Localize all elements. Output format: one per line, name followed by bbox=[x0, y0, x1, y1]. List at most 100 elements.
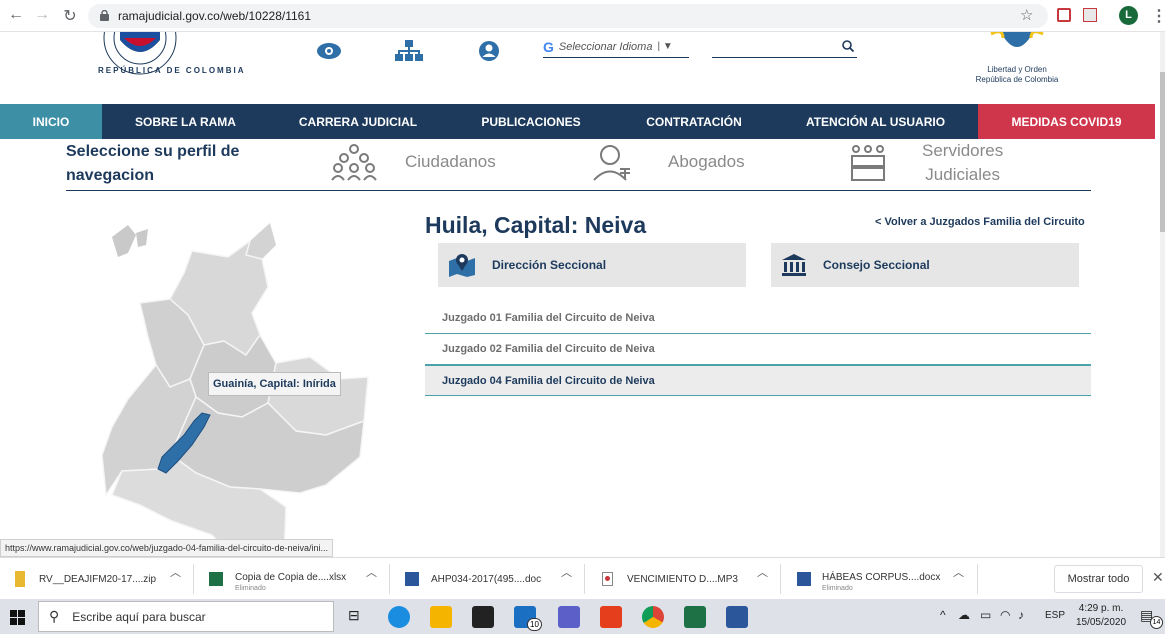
address-bar[interactable]: ramajudicial.gov.co/web/10228/1161 ☆ bbox=[88, 4, 1048, 28]
download-item[interactable]: AHP034-2017(495....doc bbox=[405, 566, 541, 592]
menu-icon[interactable]: ⋮ bbox=[1151, 6, 1165, 26]
back-icon[interactable]: ← bbox=[6, 6, 26, 24]
edge-icon[interactable] bbox=[388, 606, 410, 628]
download-separator bbox=[193, 564, 194, 594]
tray-chevron-icon[interactable]: ^ bbox=[940, 608, 946, 622]
downloads-bar: RV__DEAJIFM20-17....zip ︿ Copia de Copia… bbox=[0, 557, 1165, 599]
download-item[interactable]: HÁBEAS CORPUS....docx Eliminado bbox=[797, 566, 940, 592]
profile-abogados-label: Abogados bbox=[668, 152, 745, 171]
profile-avatar[interactable]: L bbox=[1119, 6, 1138, 25]
show-all-downloads-button[interactable]: Mostrar todo bbox=[1054, 565, 1143, 593]
user-icon[interactable] bbox=[478, 40, 500, 62]
bookmark-star-icon[interactable]: ☆ bbox=[1020, 6, 1033, 24]
map-region-islet[interactable] bbox=[136, 229, 148, 247]
word-file-icon bbox=[797, 572, 811, 586]
download-item[interactable]: VENCIMIENTO D....MP3 bbox=[602, 566, 738, 592]
map-marker-icon bbox=[449, 254, 475, 277]
page-title: Huila, Capital: Neiva bbox=[425, 212, 647, 238]
windows-start-icon[interactable] bbox=[10, 610, 25, 625]
download-name: Copia de Copia de....xlsx bbox=[235, 571, 347, 583]
chevron-up-icon[interactable]: ︿ bbox=[561, 564, 572, 580]
sitemap-icon[interactable] bbox=[395, 40, 423, 62]
excel-icon[interactable] bbox=[684, 606, 706, 628]
mail-badge: 10 bbox=[527, 618, 542, 631]
download-status: Eliminado bbox=[822, 584, 853, 592]
language-select-label: Seleccionar Idioma bbox=[558, 40, 653, 53]
taskbar-search-box[interactable]: ⚲ Escribe aquí para buscar bbox=[38, 601, 334, 632]
store-icon[interactable] bbox=[472, 606, 494, 628]
court-link[interactable]: Juzgado 02 Familia del Circuito de Neiva bbox=[425, 334, 1091, 365]
crest-text-2: República de Colombia bbox=[975, 75, 1059, 84]
reload-icon[interactable]: ↻ bbox=[60, 6, 80, 26]
download-separator bbox=[977, 564, 978, 594]
language-select[interactable]: G Seleccionar Idioma | ▼ bbox=[543, 36, 689, 58]
word-icon[interactable] bbox=[726, 606, 748, 628]
forward-icon[interactable]: → bbox=[32, 6, 52, 24]
institution-icon bbox=[782, 254, 806, 276]
pdf-extension-icon[interactable] bbox=[1083, 8, 1097, 22]
page-scrollbar-thumb[interactable] bbox=[1160, 72, 1165, 232]
back-link[interactable]: < Volver a Juzgados Familia del Circuito bbox=[875, 216, 1085, 228]
close-downloads-icon[interactable]: ✕ bbox=[1152, 569, 1164, 586]
lock-icon bbox=[100, 10, 109, 21]
wifi-icon[interactable]: ◠ bbox=[1000, 608, 1010, 622]
download-item[interactable]: RV__DEAJIFM20-17....zip bbox=[15, 566, 156, 592]
court-link[interactable]: Juzgado 01 Familia del Circuito de Neiva bbox=[425, 303, 1091, 334]
notification-badge: 14 bbox=[1150, 616, 1163, 629]
download-name: VENCIMIENTO D....MP3 bbox=[627, 573, 738, 585]
teams-icon[interactable] bbox=[558, 606, 580, 628]
coat-of-arms-icon bbox=[990, 32, 1044, 47]
file-explorer-icon[interactable] bbox=[430, 606, 452, 628]
site-search-input[interactable] bbox=[712, 36, 857, 58]
download-name: AHP034-2017(495....doc bbox=[431, 573, 542, 585]
clock[interactable]: 4:29 p. m. 15/05/2020 bbox=[1070, 602, 1132, 630]
audio-file-icon bbox=[602, 572, 613, 586]
lawyer-icon bbox=[593, 145, 630, 181]
pocket-extension-icon[interactable] bbox=[1057, 8, 1071, 22]
language-indicator[interactable]: ESP bbox=[1045, 610, 1065, 621]
nav-carrera-judicial[interactable]: CARRERA JUDICIAL bbox=[269, 104, 447, 139]
profile-label-line-2: navegacion bbox=[66, 167, 155, 184]
profile-label-line-1: Seleccione su perfil de bbox=[66, 143, 240, 160]
map-region-san-andres[interactable] bbox=[112, 225, 136, 257]
battery-icon[interactable]: ▭ bbox=[980, 608, 991, 622]
volume-icon[interactable]: ♪ bbox=[1018, 608, 1024, 622]
profile-servidores-judiciales[interactable]: Servidores Judiciales bbox=[848, 140, 1003, 186]
onedrive-icon[interactable]: ☁ bbox=[958, 608, 970, 622]
judicial-servants-icon bbox=[851, 145, 885, 181]
nav-contratacion[interactable]: CONTRATACIÓN bbox=[615, 104, 773, 139]
logo-text: REPÚBLICA DE COLOMBIA bbox=[98, 66, 246, 75]
download-item[interactable]: Copia de Copia de....xlsx Eliminado bbox=[209, 566, 346, 592]
profile-abogados[interactable]: Abogados bbox=[590, 142, 745, 182]
office-icon[interactable] bbox=[600, 606, 622, 628]
nav-atencion-usuario[interactable]: ATENCIÓN AL USUARIO bbox=[773, 104, 978, 139]
nav-medidas-covid19[interactable]: MEDIDAS COVID19 bbox=[978, 104, 1155, 139]
consejo-seccional-button[interactable]: Consejo Seccional bbox=[771, 243, 1079, 287]
eye-icon[interactable] bbox=[316, 42, 342, 60]
chevron-up-icon[interactable]: ︿ bbox=[366, 564, 377, 580]
profile-ciudadanos-label: Ciudadanos bbox=[405, 152, 496, 171]
task-view-icon[interactable]: ⊟ bbox=[348, 607, 360, 624]
nav-inicio[interactable]: INICIO bbox=[0, 104, 102, 139]
colombia-crest: Libertad y Orden República de Colombia bbox=[972, 32, 1062, 86]
court-link-hovered[interactable]: Juzgado 04 Familia del Circuito de Neiva bbox=[425, 365, 1091, 396]
chevron-up-icon[interactable]: ︿ bbox=[757, 564, 768, 580]
rama-judicial-logo[interactable]: REPÚBLICA DE COLOMBIA bbox=[88, 32, 243, 90]
nav-publicaciones[interactable]: PUBLICACIONES bbox=[447, 104, 615, 139]
profile-label: Seleccione su perfil de navegacion bbox=[66, 140, 239, 188]
chevron-up-icon[interactable]: ︿ bbox=[170, 564, 181, 580]
profile-ciudadanos[interactable]: Ciudadanos bbox=[330, 142, 496, 182]
zip-file-icon bbox=[15, 571, 25, 587]
nav-sobre-la-rama[interactable]: SOBRE LA RAMA bbox=[102, 104, 269, 139]
search-icon: ⚲ bbox=[49, 608, 60, 624]
windows-taskbar: ⚲ Escribe aquí para buscar ⊟ 10 ^ ☁ ▭ ◠ … bbox=[0, 599, 1165, 634]
profile-servidores-line-1: Servidores bbox=[922, 141, 1004, 160]
direccion-seccional-button[interactable]: Dirección Seccional bbox=[438, 243, 746, 287]
chrome-icon[interactable] bbox=[642, 606, 664, 628]
download-separator bbox=[389, 564, 390, 594]
url-text: ramajudicial.gov.co/web/10228/1161 bbox=[118, 9, 312, 23]
word-file-icon bbox=[405, 572, 419, 586]
search-icon[interactable] bbox=[842, 40, 854, 52]
download-separator bbox=[780, 564, 781, 594]
chevron-up-icon[interactable]: ︿ bbox=[953, 564, 964, 580]
